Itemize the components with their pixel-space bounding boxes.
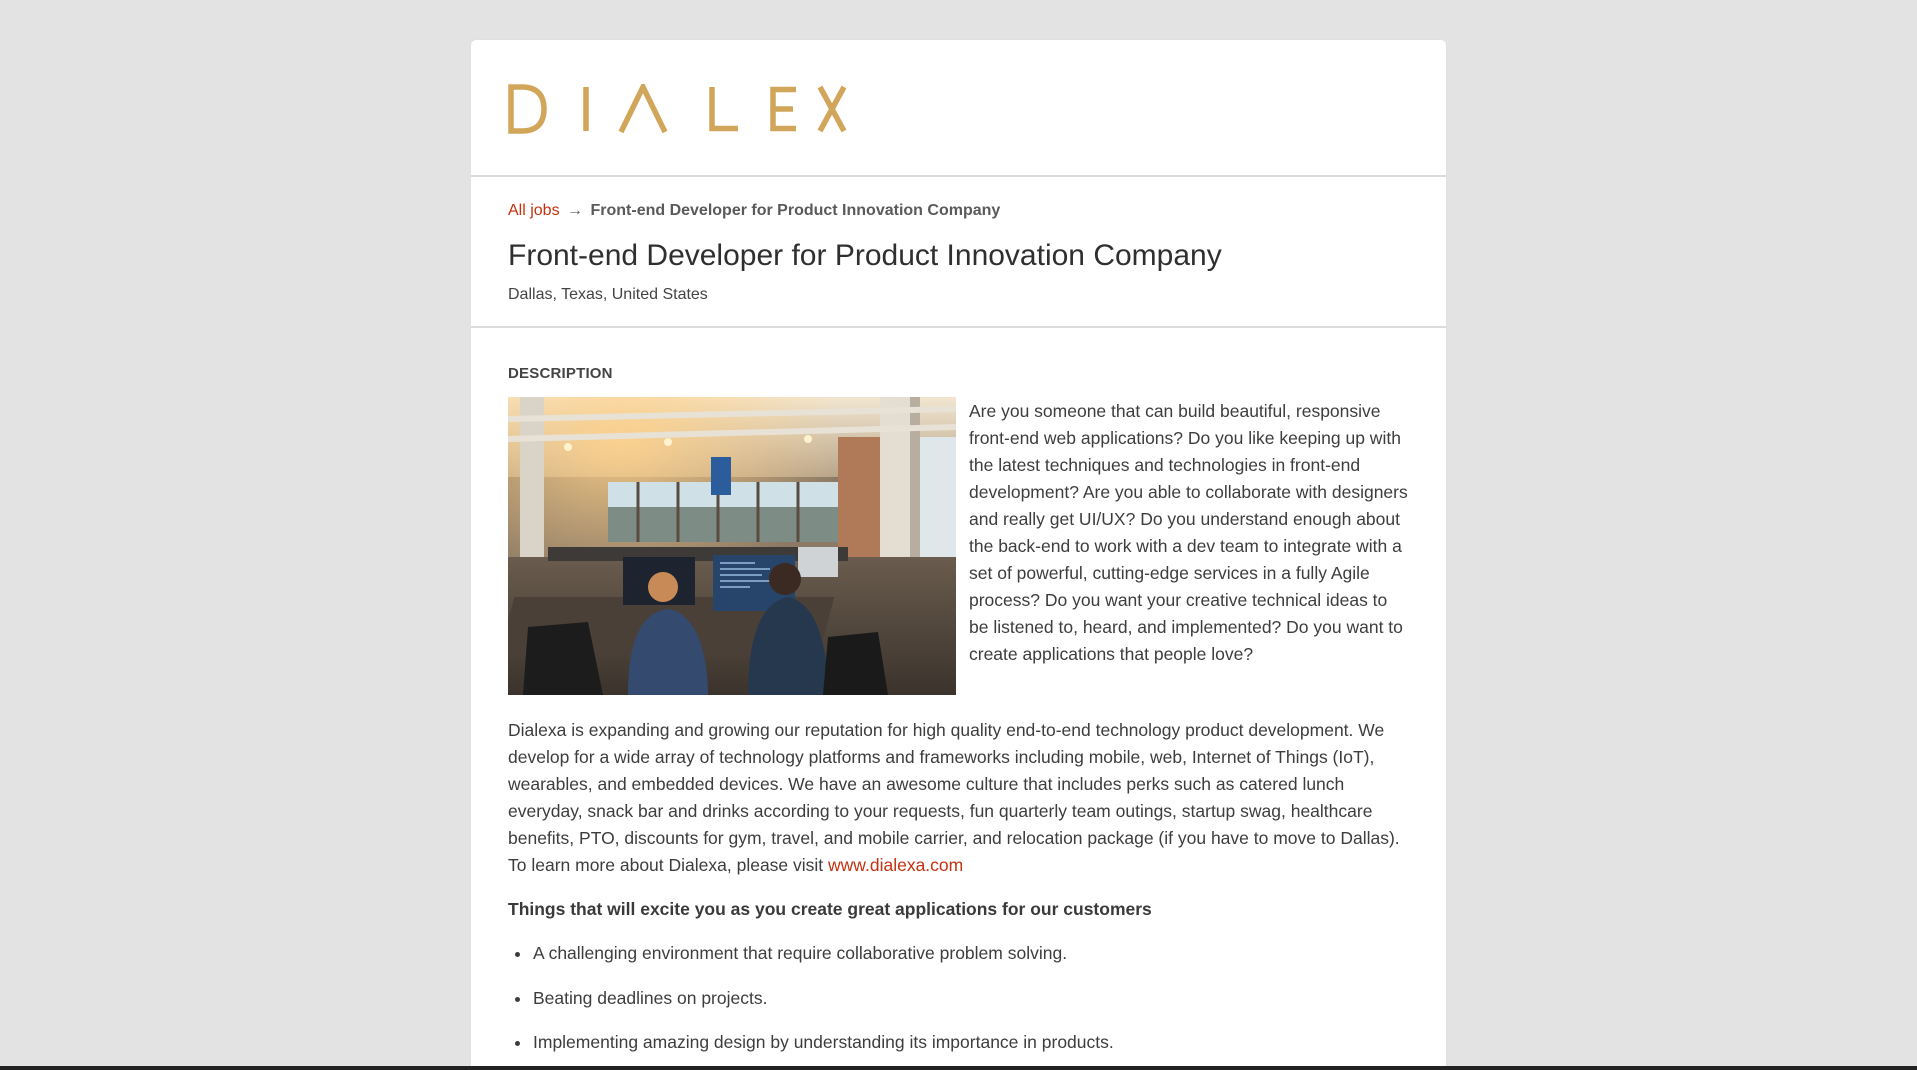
list-item: Implementing amazing design by understan… [532, 1029, 1409, 1056]
breadcrumb-current: Front-end Developer for Product Innovati… [590, 202, 1001, 219]
job-location: Dallas, Texas, United States [508, 286, 708, 303]
breadcrumb: All jobs → Front-end Developer for Produ… [508, 201, 1000, 221]
description-section: DESCRIPTION Are you someone that can bui… [471, 328, 1446, 1056]
intro-block: Are you someone that can build beautiful… [508, 397, 1409, 703]
description-label: DESCRIPTION [508, 365, 613, 382]
page-title: Front-end Developer for Product Innovati… [508, 239, 1222, 272]
excite-heading: Things that will excite you as you creat… [508, 899, 1152, 919]
website-link[interactable]: www.dialexa.com [828, 855, 963, 875]
office-photo [508, 397, 956, 695]
breadcrumb-arrow-icon: → [567, 202, 584, 219]
page: All jobs → Front-end Developer for Produ… [0, 0, 1917, 1070]
header [471, 40, 1446, 177]
list-item: A challenging environment that require c… [532, 940, 1409, 967]
job-card: All jobs → Front-end Developer for Produ… [471, 40, 1446, 1070]
dialexa-logo[interactable] [508, 80, 870, 134]
company-paragraph: Dialexa is expanding and growing our rep… [508, 717, 1409, 879]
company-paragraph-text: Dialexa is expanding and growing our rep… [508, 720, 1400, 875]
window-bottom-edge [0, 1066, 1917, 1070]
all-jobs-link[interactable]: All jobs [508, 202, 560, 219]
title-section: All jobs → Front-end Developer for Produ… [471, 177, 1446, 328]
list-item: Beating deadlines on projects. [532, 985, 1409, 1012]
excite-list: A challenging environment that require c… [508, 940, 1409, 1056]
